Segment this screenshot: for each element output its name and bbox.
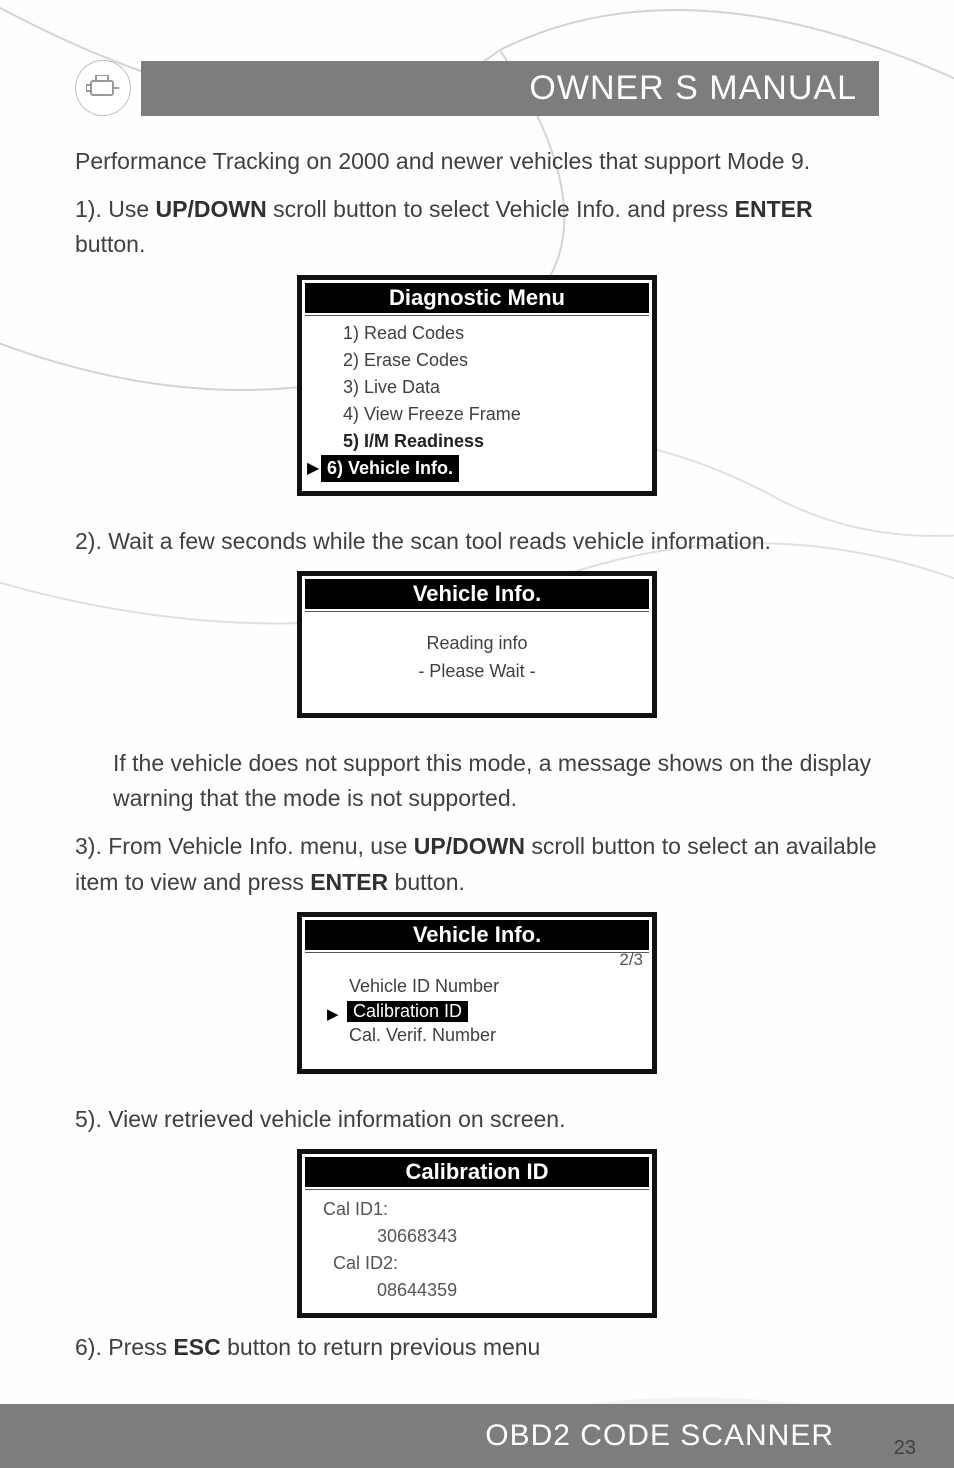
menu-item: 4) View Freeze Frame xyxy=(313,401,641,428)
reading-line-1: Reading info xyxy=(305,630,649,658)
footer-title: OBD2 CODE SCANNER xyxy=(485,1419,834,1453)
updown-label: UP/DOWN xyxy=(414,833,525,859)
lcd-title: Diagnostic Menu xyxy=(305,283,649,313)
step-2-text: 2). Wait a few seconds while the scan to… xyxy=(75,524,879,560)
step-3-text: 3). From Vehicle Info. menu, use UP/DOWN… xyxy=(75,829,879,900)
lcd-title: Vehicle Info. 2/3 xyxy=(305,920,649,950)
menu-item: 3) Live Data xyxy=(313,374,641,401)
intro-text: Performance Tracking on 2000 and newer v… xyxy=(75,144,879,180)
lcd-title: Vehicle Info. xyxy=(305,579,649,609)
reading-line-2: - Please Wait - xyxy=(305,658,649,686)
lcd-screen-calibration-id: Calibration ID Cal ID1: 30668343 Cal ID2… xyxy=(297,1149,657,1318)
menu-item: 1) Read Codes xyxy=(313,320,641,347)
page-title: OWNER S MANUAL xyxy=(529,69,857,107)
page-footer: OBD2 CODE SCANNER xyxy=(0,1404,954,1468)
menu-item: Cal. Verif. Number xyxy=(329,1022,639,1050)
lcd-screen-reading-info: Vehicle Info. Reading info - Please Wait… xyxy=(297,571,657,717)
selection-triangle-icon: ▶ xyxy=(327,1005,339,1023)
cal-id2-value: 08644359 xyxy=(323,1277,639,1304)
step-1-text: 1). Use UP/DOWN scroll button to select … xyxy=(75,192,879,263)
menu-item: Vehicle ID Number xyxy=(329,973,639,1001)
cal-id2-label: Cal ID2: xyxy=(323,1250,639,1277)
engine-icon xyxy=(75,60,131,116)
menu-item: 5) I/M Readiness xyxy=(313,428,641,455)
esc-label: ESC xyxy=(173,1334,220,1360)
page-title-bar: OWNER S MANUAL xyxy=(141,61,879,116)
enter-label: ENTER xyxy=(310,869,388,895)
lcd-screen-vehicle-info-menu: Vehicle Info. 2/3 Vehicle ID Number ▶ Ca… xyxy=(297,912,657,1073)
lcd-title: Calibration ID xyxy=(305,1157,649,1187)
menu-item-selected: ▶ 6) Vehicle Info. xyxy=(313,455,641,482)
menu-item-selected: ▶ Calibration ID xyxy=(329,1001,639,1022)
page-number: 23 xyxy=(894,1437,916,1460)
step-5-text: 5). View retrieved vehicle information o… xyxy=(75,1102,879,1138)
cal-id1-label: Cal ID1: xyxy=(323,1196,639,1223)
enter-label: ENTER xyxy=(735,196,813,222)
page-header: OWNER S MANUAL xyxy=(75,60,879,116)
menu-item: 2) Erase Codes xyxy=(313,347,641,374)
updown-label: UP/DOWN xyxy=(156,196,267,222)
cal-id1-value: 30668343 xyxy=(323,1223,639,1250)
step-6-text: 6). Press ESC button to return previous … xyxy=(75,1330,879,1366)
note-text: If the vehicle does not support this mod… xyxy=(75,746,879,817)
lcd-screen-diagnostic-menu: Diagnostic Menu 1) Read Codes 2) Erase C… xyxy=(297,275,657,496)
selection-triangle-icon: ▶ xyxy=(307,458,319,478)
page-count: 2/3 xyxy=(619,949,643,972)
